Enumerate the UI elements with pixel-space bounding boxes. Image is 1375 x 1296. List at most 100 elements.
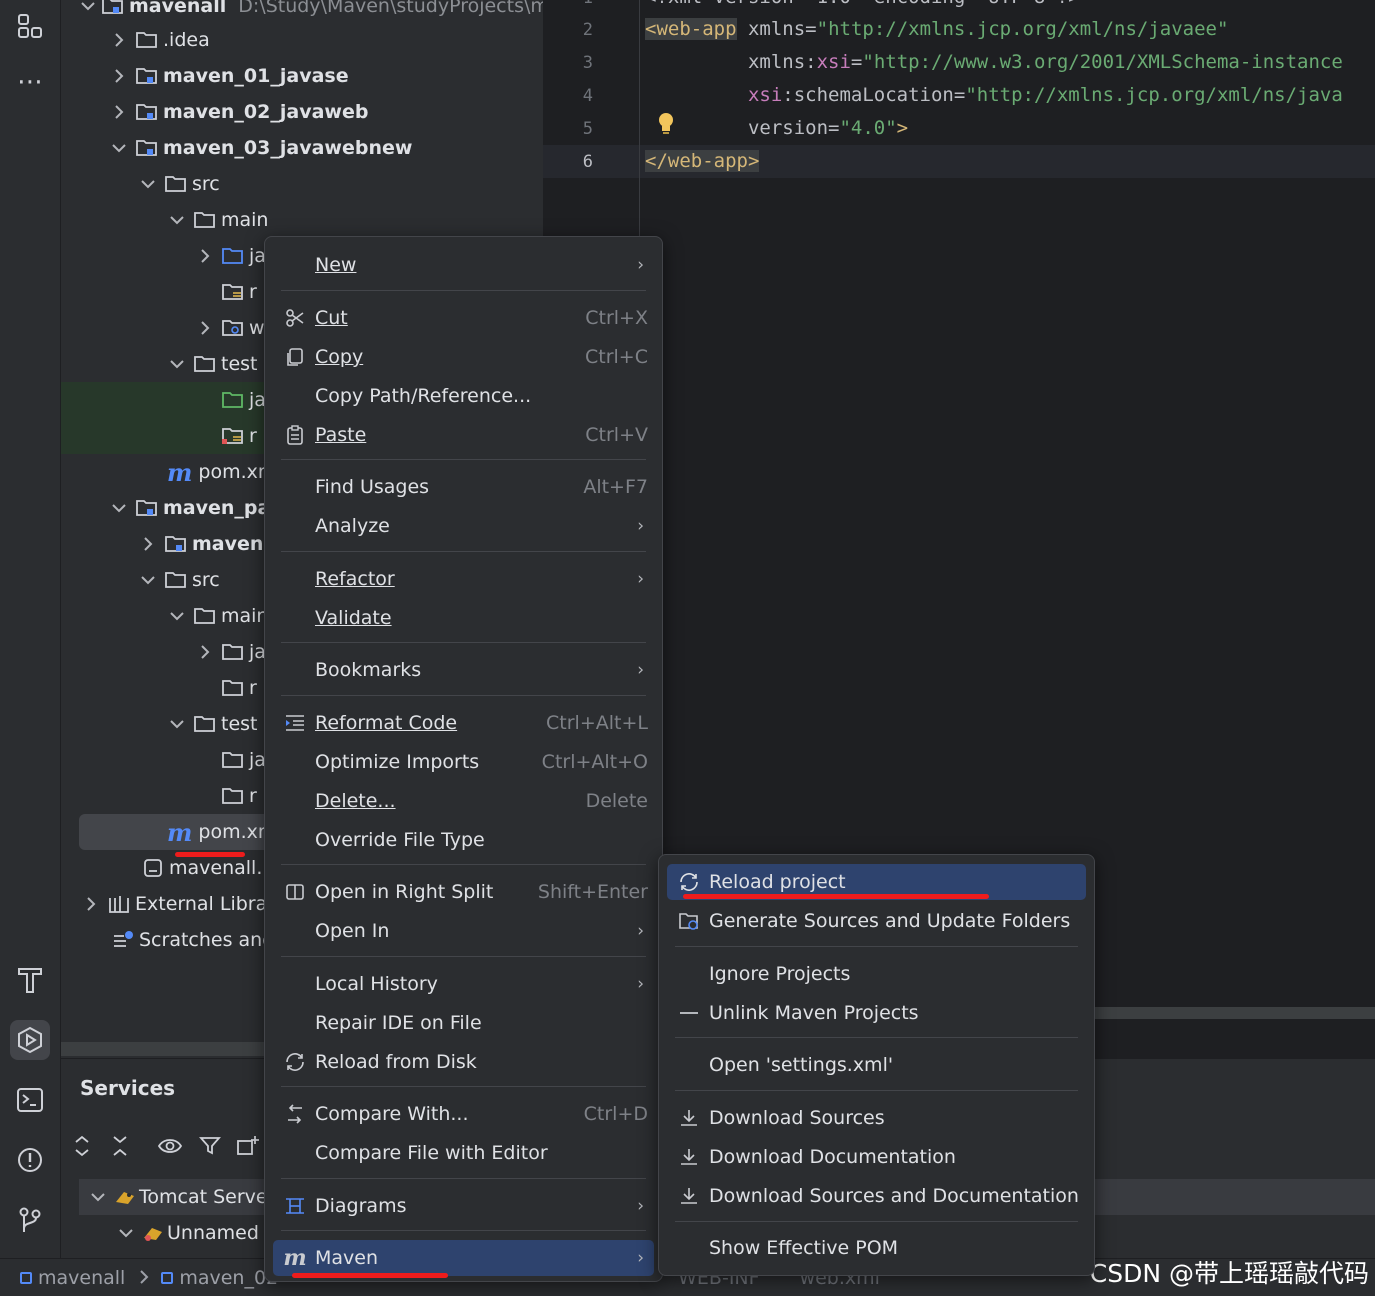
project-structure-icon[interactable] [10, 6, 50, 46]
eye-icon[interactable] [155, 1131, 185, 1161]
chevron-right-icon[interactable] [109, 102, 129, 122]
chevron-down-icon[interactable] [109, 138, 129, 158]
tree-label: r [249, 281, 257, 303]
diagram-icon [283, 1194, 307, 1218]
menu-item-override-file-type[interactable]: Override File Type [273, 822, 654, 858]
menu-shortcut: Delete [585, 790, 648, 812]
chevron-right-icon[interactable] [195, 246, 215, 266]
terminal-icon[interactable] [10, 1080, 50, 1120]
chevron-right-icon[interactable] [138, 534, 158, 554]
chevron-down-icon[interactable] [109, 498, 129, 518]
menu-item-validate[interactable]: Validate [273, 600, 654, 636]
line-number: 3 [582, 53, 593, 73]
menu-item-diagrams[interactable]: Diagrams › [273, 1188, 654, 1224]
chevron-down-icon[interactable] [113, 1228, 139, 1238]
reload-icon [677, 870, 701, 894]
menu-item-paste[interactable]: Paste Ctrl+V [273, 417, 654, 453]
chevron-down-icon[interactable] [167, 210, 187, 230]
chevron-right-icon: › [637, 1196, 644, 1216]
menu-item-new[interactable]: New › [273, 247, 654, 283]
menu-item-compare-editor[interactable]: Compare File with Editor [273, 1135, 654, 1171]
menu-item-refactor[interactable]: Refactor › [273, 561, 654, 597]
breadcrumb-mavenall[interactable]: mavenall [20, 1267, 125, 1289]
menu-item-download-documentation[interactable]: Download Documentation [667, 1139, 1086, 1175]
chevron-down-icon[interactable] [138, 174, 158, 194]
more-icon[interactable]: ⋯ [10, 62, 50, 102]
collapse-all-icon[interactable] [105, 1131, 135, 1161]
menu-item-cut[interactable]: Cut Ctrl+X [273, 300, 654, 336]
menu-item-ignore-projects[interactable]: Ignore Projects [667, 956, 1086, 992]
breadcrumb-maven02[interactable]: maven_02 [161, 1267, 278, 1289]
horizontal-scrollbar[interactable] [1095, 1007, 1375, 1019]
menu-item-find-usages[interactable]: Find Usages Alt+F7 [273, 469, 654, 505]
menu-item-download-both[interactable]: Download Sources and Documentation [667, 1178, 1086, 1214]
line-number: 2 [582, 20, 593, 40]
menu-item-copy-path[interactable]: Copy Path/Reference... [273, 378, 654, 414]
git-icon[interactable] [10, 1200, 50, 1240]
chevron-right-icon[interactable] [81, 894, 101, 914]
tree-item-maven01[interactable]: maven_01_javase [61, 58, 543, 94]
menu-item-optimize-imports[interactable]: Optimize Imports Ctrl+Alt+O [273, 744, 654, 780]
chevron-down-icon[interactable] [138, 570, 158, 590]
tree-item-src[interactable]: src [61, 166, 543, 202]
chevron-down-icon[interactable] [85, 1192, 111, 1202]
chevron-right-icon[interactable] [109, 66, 129, 86]
menu-label: Copy [315, 346, 364, 368]
menu-item-open-right-split[interactable]: Open in Right Split Shift+Enter [273, 874, 654, 910]
menu-item-download-sources[interactable]: Download Sources [667, 1100, 1086, 1136]
menu-item-open-settings[interactable]: Open 'settings.xml' [667, 1047, 1086, 1083]
menu-item-repair-ide[interactable]: Repair IDE on File [273, 1005, 654, 1041]
service-unnamed[interactable]: Unnamed [79, 1215, 259, 1251]
chevron-down-icon[interactable] [81, 0, 95, 16]
menu-separator [281, 642, 646, 643]
menu-item-delete[interactable]: Delete... Delete [273, 783, 654, 819]
problems-icon[interactable] [10, 1140, 50, 1180]
tree-item-mavenall[interactable]: mavenall D:\Study\Maven\studyProjects\m [61, 0, 543, 24]
menu-item-bookmarks[interactable]: Bookmarks › [273, 652, 654, 688]
chevron-down-icon[interactable] [167, 714, 187, 734]
menu-label: Download Documentation [709, 1146, 956, 1168]
menu-separator [281, 864, 646, 865]
expand-all-icon[interactable] [67, 1131, 97, 1161]
services-icon[interactable] [10, 1020, 50, 1060]
menu-label: Validate [315, 607, 392, 629]
menu-item-reload-from-disk[interactable]: Reload from Disk [273, 1044, 654, 1080]
menu-item-generate-sources[interactable]: Generate Sources and Update Folders [667, 903, 1086, 939]
xml-attr: version= [747, 117, 840, 139]
more-glyph: ⋯ [17, 67, 43, 97]
service-tomcat[interactable]: Tomcat Serve [79, 1179, 268, 1215]
lightbulb-icon[interactable] [656, 111, 676, 142]
code-line-1: <?xml version="1.0" encoding="UTF-8"?> [645, 0, 1080, 8]
menu-item-effective-pom[interactable]: Show Effective POM [667, 1230, 1086, 1266]
menu-item-reformat[interactable]: Reformat Code Ctrl+Alt+L [273, 705, 654, 741]
build-icon[interactable] [10, 960, 50, 1000]
reformat-icon [283, 711, 307, 735]
menu-item-analyze[interactable]: Analyze › [273, 508, 654, 544]
tree-item-main[interactable]: main [61, 202, 543, 238]
tree-label: main [221, 209, 269, 231]
test-resources-folder-icon [221, 426, 245, 446]
add-service-icon[interactable] [233, 1131, 263, 1161]
chevron-right-icon[interactable] [195, 318, 215, 338]
menu-item-maven[interactable]: m Maven › [273, 1240, 654, 1276]
menu-item-open-in[interactable]: Open In › [273, 913, 654, 949]
chevron-down-icon[interactable] [167, 606, 187, 626]
tree-item-maven02[interactable]: maven_02_javaweb [61, 94, 543, 130]
menu-shortcut: Ctrl+Alt+L [546, 712, 648, 734]
chevron-down-icon[interactable] [167, 354, 187, 374]
menu-separator [281, 551, 646, 552]
tree-label: r [249, 677, 257, 699]
xml-value: "4.0" [839, 117, 897, 139]
chevron-right-icon[interactable] [195, 642, 215, 662]
filter-icon[interactable] [195, 1131, 225, 1161]
tree-item-idea[interactable]: .idea [61, 22, 543, 58]
menu-label: Download Sources [709, 1107, 885, 1129]
menu-item-local-history[interactable]: Local History › [273, 966, 654, 1002]
menu-item-compare-with[interactable]: Compare With... Ctrl+D [273, 1096, 654, 1132]
xml-namespace: xsi [816, 51, 851, 73]
tree-item-maven03[interactable]: maven_03_javawebnew [61, 130, 543, 166]
chevron-right-icon[interactable] [109, 30, 129, 50]
menu-item-unlink-projects[interactable]: Unlink Maven Projects [667, 995, 1086, 1031]
menu-item-copy[interactable]: Copy Ctrl+C [273, 339, 654, 375]
test-folder-icon [221, 390, 245, 410]
